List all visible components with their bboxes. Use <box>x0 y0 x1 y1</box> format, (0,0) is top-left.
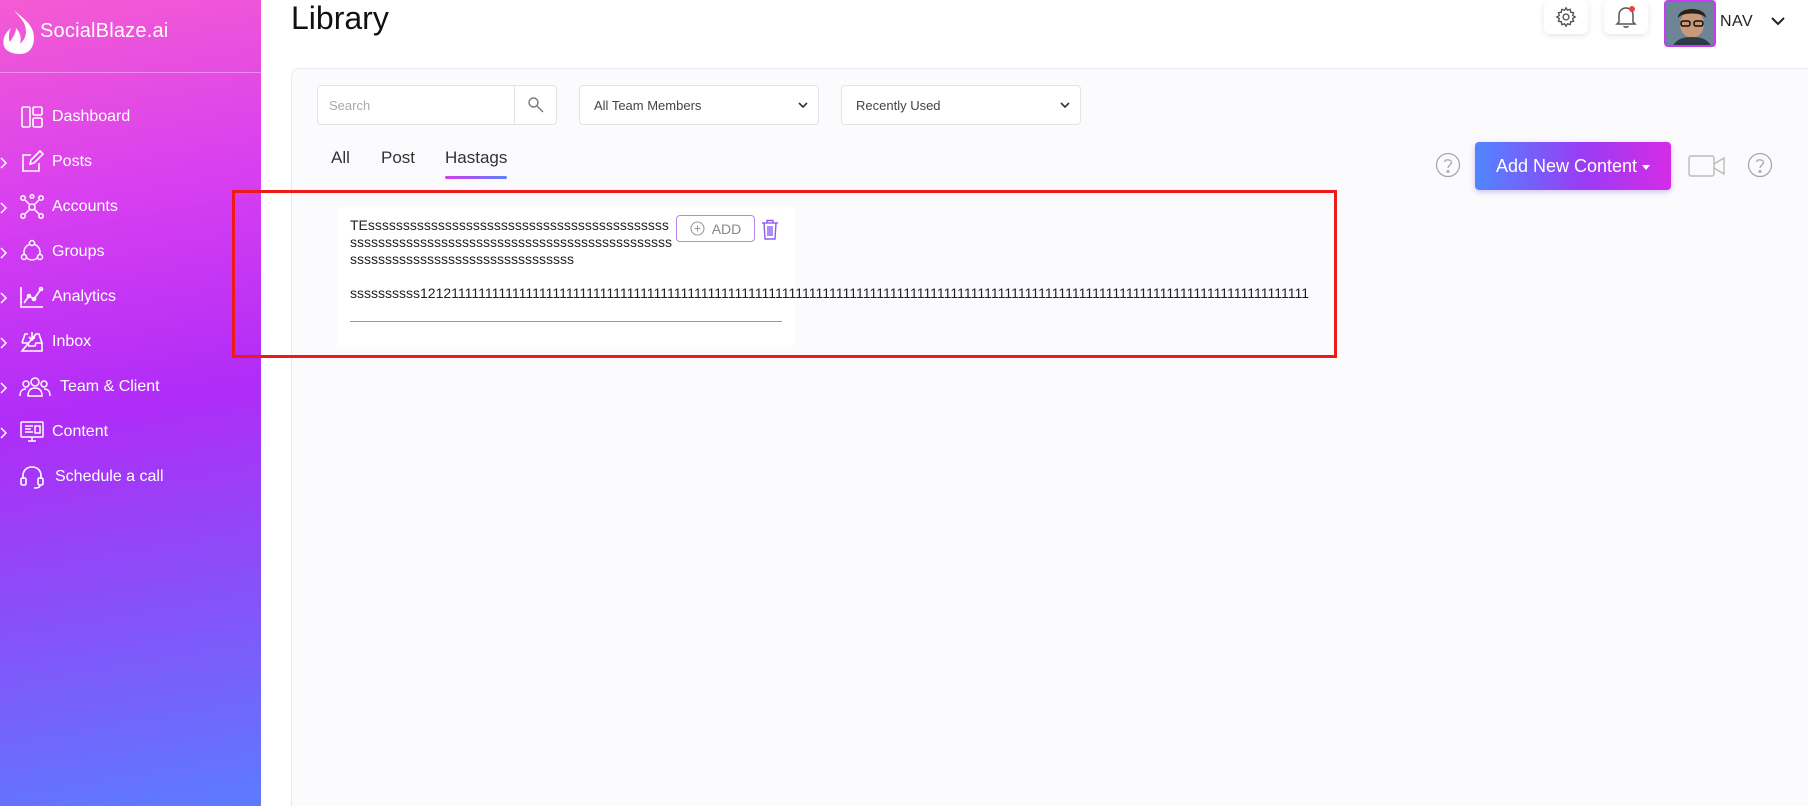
sidebar-item-dashboard[interactable]: Dashboard <box>0 95 261 140</box>
active-tab-indicator <box>445 176 507 179</box>
plus-circle-icon <box>690 221 705 236</box>
notifications-button[interactable] <box>1604 0 1648 34</box>
network-icon <box>20 194 44 219</box>
content-icon <box>20 421 44 442</box>
flame-logo-icon <box>3 10 34 54</box>
user-photo <box>1666 2 1714 45</box>
brand[interactable]: SocialBlaze.ai <box>0 8 168 54</box>
add-new-content-label: Add New Content <box>1495 155 1638 176</box>
chevron-down-icon <box>1060 102 1070 109</box>
team-members-select[interactable]: All Team Members <box>579 85 819 125</box>
chevron-right-icon <box>0 337 8 349</box>
sidebar-divider <box>0 72 261 73</box>
sidebar-item-label: Groups <box>52 243 105 260</box>
headset-icon <box>20 466 44 489</box>
sidebar-item-label: Schedule a call <box>55 468 164 485</box>
search-box <box>317 85 557 125</box>
search-input[interactable] <box>318 86 514 124</box>
sidebar-item-accounts[interactable]: Accounts <box>0 185 261 230</box>
page-title: Library <box>291 0 389 36</box>
team-icon <box>19 377 51 397</box>
card-divider <box>350 321 782 322</box>
user-name[interactable]: NAV <box>1720 13 1753 31</box>
sidebar: SocialBlaze.ai Dashboard Posts Accounts <box>0 0 261 806</box>
tab-hastags-label: Hastags <box>445 148 508 167</box>
sort-select-value: Recently Used <box>856 97 941 113</box>
trash-icon[interactable] <box>760 218 780 240</box>
chevron-right-icon <box>0 427 8 439</box>
hashtag-card-tags: ssssssssss121211111111111111111111111111… <box>350 285 1310 301</box>
sort-select[interactable]: Recently Used <box>841 85 1081 125</box>
sidebar-item-schedule-call[interactable]: Schedule a call <box>0 455 261 500</box>
sidebar-item-label: Posts <box>52 153 93 170</box>
tab-post[interactable]: Post <box>381 148 415 168</box>
hashtag-card-title: TEssssssssssssssssssssssssssssssssssssss… <box>350 217 672 267</box>
sidebar-item-label: Accounts <box>52 198 118 215</box>
team-members-select-value: All Team Members <box>594 97 702 113</box>
sidebar-item-groups[interactable]: Groups <box>0 230 261 275</box>
sidebar-item-label: Dashboard <box>52 108 131 125</box>
chevron-right-icon <box>0 247 8 259</box>
main-area: Library NAV All <box>232 0 1808 806</box>
sidebar-item-inbox[interactable]: Inbox <box>0 320 261 365</box>
brand-name: SocialBlaze.ai <box>40 19 169 42</box>
groups-icon <box>20 239 44 261</box>
add-hashtag-label: ADD <box>711 220 742 237</box>
search-icon <box>527 97 543 113</box>
dropdown-caret-icon <box>1642 164 1651 170</box>
search-button[interactable] <box>514 86 556 124</box>
inbox-icon <box>20 332 43 352</box>
tab-all[interactable]: All <box>331 148 350 168</box>
analytics-icon <box>20 286 44 308</box>
sidebar-item-team-client[interactable]: Team & Client <box>0 365 261 410</box>
chevron-right-icon <box>0 382 8 394</box>
sidebar-item-content[interactable]: Content <box>0 410 261 455</box>
edit-icon <box>22 149 45 172</box>
settings-button[interactable] <box>1544 0 1588 34</box>
hashtag-card: TEssssssssssssssssssssssssssssssssssssss… <box>337 207 1309 347</box>
dashboard-icon <box>21 106 43 128</box>
tab-hastags[interactable]: Hastags <box>445 148 508 179</box>
avatar[interactable] <box>1664 0 1716 47</box>
help-icon[interactable] <box>1435 152 1461 178</box>
sidebar-item-label: Inbox <box>52 333 92 350</box>
chevron-down-icon[interactable] <box>1769 14 1787 28</box>
gear-icon <box>1555 6 1577 28</box>
help-icon[interactable] <box>1747 152 1773 178</box>
sidebar-nav: Dashboard Posts Accounts Groups Analytic… <box>0 95 261 500</box>
add-hashtag-button[interactable]: ADD <box>676 215 755 242</box>
chevron-down-icon <box>798 102 808 109</box>
chevron-right-icon <box>0 292 8 304</box>
bell-icon <box>1615 6 1637 28</box>
sidebar-item-label: Analytics <box>52 288 117 305</box>
chevron-right-icon <box>0 157 8 169</box>
video-camera-icon[interactable] <box>1688 154 1726 178</box>
sidebar-item-label: Content <box>52 423 109 440</box>
sidebar-item-analytics[interactable]: Analytics <box>0 275 261 320</box>
add-new-content-button[interactable]: Add New Content <box>1475 142 1671 190</box>
sidebar-item-label: Team & Client <box>60 378 160 395</box>
sidebar-item-posts[interactable]: Posts <box>0 140 261 185</box>
chevron-right-icon <box>0 202 8 214</box>
